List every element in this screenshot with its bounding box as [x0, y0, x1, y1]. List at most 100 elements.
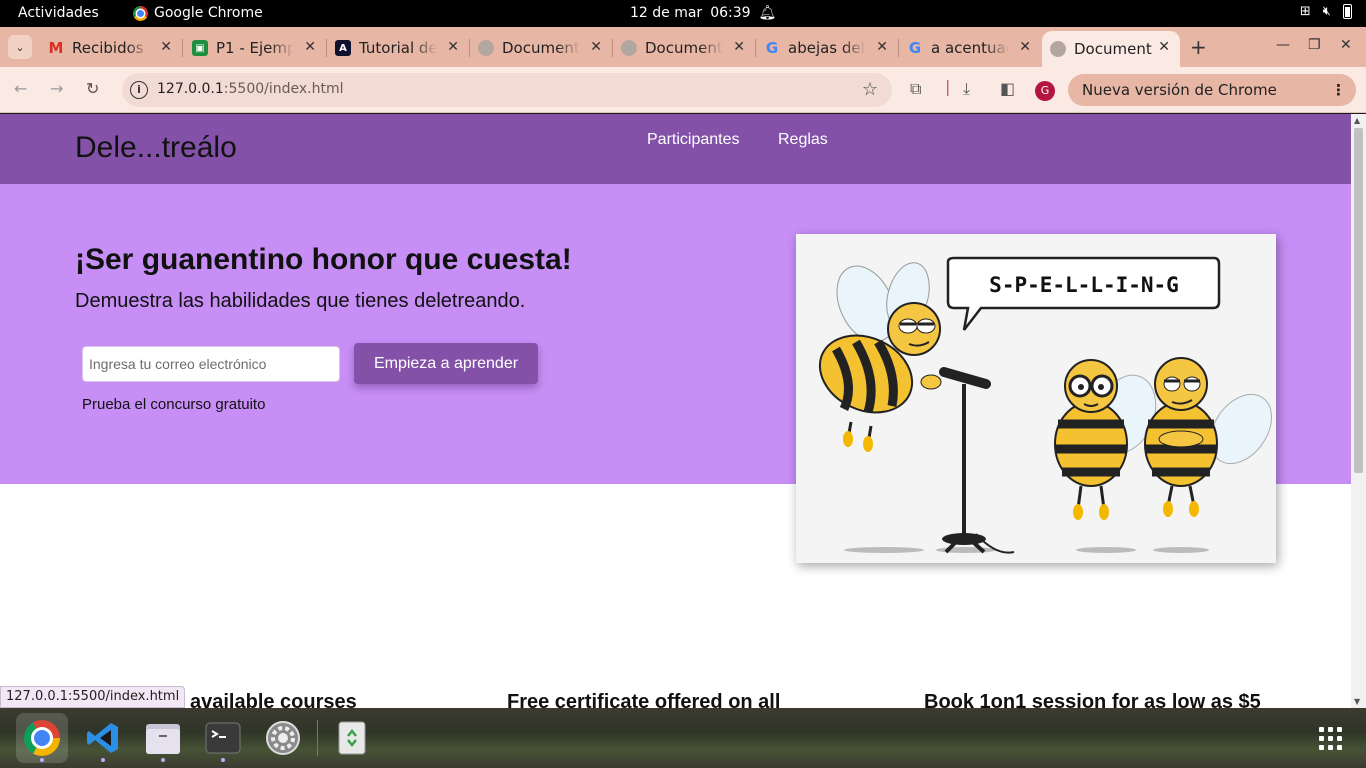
tab-title: Document [502, 39, 580, 57]
tab-tutorial[interactable]: A Tutorial de ✕ [327, 33, 470, 63]
nav-link-participantes[interactable]: Participantes [647, 131, 740, 149]
tab-document-1[interactable]: Document ✕ [470, 33, 613, 63]
close-icon[interactable]: ✕ [733, 39, 745, 55]
forward-arrow-icon[interactable]: → [50, 79, 63, 98]
back-arrow-icon[interactable]: ← [14, 79, 27, 98]
tab-title: abejas del [788, 39, 865, 57]
tab-document-2[interactable]: Document ✕ [613, 33, 756, 63]
chrome-icon [133, 5, 148, 21]
globe-icon [621, 40, 637, 56]
scrollbar-thumb[interactable] [1354, 128, 1363, 473]
globe-icon [1050, 41, 1066, 57]
bookmark-star-icon[interactable]: ☆ [862, 79, 878, 100]
classroom-icon: ▣ [192, 40, 208, 56]
toolbar-divider: | [945, 77, 951, 96]
hero-subtitle: Demuestra las habilidades que tienes del… [75, 290, 526, 312]
feature-heading-courses: available courses [190, 691, 357, 708]
close-icon[interactable]: ✕ [447, 39, 459, 55]
app-name: Google Chrome [154, 5, 263, 21]
alarm-bell-icon: 🔔︎ [758, 5, 777, 21]
tab-title: Tutorial de [359, 39, 437, 57]
reload-icon[interactable]: ↻ [86, 79, 99, 98]
tab-gmail[interactable]: M Recibidos ( ✕ [40, 33, 183, 63]
clock[interactable]: 12 de mar 06:39 🔔︎ [630, 5, 776, 21]
gear-icon [266, 721, 300, 755]
minimize-icon[interactable]: — [1276, 37, 1290, 53]
more-menu-icon[interactable]: ⋮ [1331, 74, 1346, 106]
address-bar[interactable]: i 127.0.0.1:5500/index.html ☆ [122, 73, 892, 107]
dock-terminal[interactable] [197, 713, 249, 763]
url-path: :5500/index.html [223, 81, 344, 97]
chrome-icon [24, 720, 60, 756]
tab-title: a acentuac [931, 39, 1009, 57]
url-text[interactable]: 127.0.0.1:5500/index.html [157, 81, 344, 97]
app-grid-icon [1318, 726, 1342, 750]
tab-title: Recibidos ( [72, 39, 150, 57]
feature-heading-certificate: Free certificate offered on all [507, 691, 781, 708]
close-icon[interactable]: ✕ [1158, 39, 1170, 55]
bees-image: S-P-E-L-L-I-N-G [818, 256, 1272, 554]
tab-title: Document [645, 39, 723, 57]
close-icon[interactable]: ✕ [876, 39, 888, 55]
chevron-down-icon: ⌄ [15, 40, 25, 54]
date-label: 12 de mar [630, 5, 703, 21]
scroll-down-arrow-icon[interactable]: ▼ [1354, 697, 1360, 706]
vscode-icon [87, 723, 118, 753]
system-tray[interactable]: ⊞ 🔇︎ [1300, 4, 1352, 19]
globe-icon [478, 40, 494, 56]
restore-icon[interactable]: ❐ [1308, 37, 1321, 53]
google-icon: G [765, 39, 779, 57]
chrome-update-button[interactable]: Nueva versión de Chrome disponible ⋮ [1068, 74, 1356, 131]
link-status-bubble: 127.0.0.1:5500/index.html [0, 686, 186, 708]
time-label: 06:39 [710, 5, 751, 21]
new-tab-button[interactable]: + [1190, 35, 1207, 59]
site-info-icon[interactable]: i [130, 81, 148, 99]
spelling-bee-illustration: S-P-E-L-L-I-N-G [796, 234, 1276, 563]
close-icon[interactable]: ✕ [590, 39, 602, 55]
activities-button[interactable]: Actividades [18, 5, 99, 21]
dock-trash[interactable] [326, 713, 378, 763]
gmail-icon: M [48, 39, 64, 57]
close-icon[interactable]: ✕ [1019, 39, 1031, 55]
tab-title: P1 - Ejemp [216, 39, 294, 57]
tab-classroom[interactable]: ▣ P1 - Ejemp ✕ [184, 33, 327, 63]
show-apps-button[interactable] [1304, 713, 1356, 763]
close-icon[interactable]: ✕ [160, 39, 172, 55]
ubuntu-dock [0, 708, 1366, 768]
dock-files[interactable] [137, 713, 189, 763]
extensions-puzzle-icon[interactable]: ⧉ [910, 79, 921, 99]
tab-document-active[interactable]: Document ✕ [1042, 31, 1180, 67]
side-panel-icon[interactable]: ◧ [1000, 79, 1015, 98]
folder-icon [146, 724, 180, 754]
trash-icon [338, 721, 366, 755]
dock-separator [317, 720, 318, 756]
speaker-muted-icon: 🔇︎ [1322, 4, 1331, 19]
dock-vscode[interactable] [77, 713, 129, 763]
download-icon[interactable]: ⤓ [963, 79, 970, 99]
angular-icon: A [335, 40, 351, 56]
site-brand[interactable]: Dele...treálo [75, 131, 237, 165]
email-input[interactable] [82, 346, 340, 382]
dock-chrome[interactable] [16, 713, 68, 763]
start-learning-button[interactable]: Empieza a aprender [354, 343, 538, 384]
page-viewport: Dele...treálo Participantes Reglas ¡Ser … [0, 114, 1366, 708]
free-trial-text: Prueba el concurso gratuito [82, 396, 266, 413]
close-window-icon[interactable]: ✕ [1340, 37, 1352, 53]
nav-link-reglas[interactable]: Reglas [778, 131, 828, 149]
speech-bubble-text: S-P-E-L-L-I-N-G [989, 273, 1179, 297]
tab-search-button[interactable]: ⌄ [8, 35, 32, 59]
tab-title: Document [1074, 40, 1152, 58]
close-icon[interactable]: ✕ [304, 39, 316, 55]
dock-settings[interactable] [257, 713, 309, 763]
page-scrollbar[interactable]: ▲ ▼ [1351, 114, 1366, 708]
url-host: 127.0.0.1 [157, 81, 224, 97]
tab-strip: ⌄ M Recibidos ( ✕ ▣ P1 - Ejemp ✕ A Tutor… [0, 27, 1366, 67]
tab-abejas[interactable]: G abejas del ✕ [756, 33, 899, 63]
app-menu[interactable]: Google Chrome [133, 5, 263, 21]
profile-avatar[interactable]: G [1035, 81, 1055, 101]
scroll-up-arrow-icon[interactable]: ▲ [1354, 116, 1360, 125]
battery-icon [1343, 4, 1352, 19]
tab-acentuacion[interactable]: G a acentuac ✕ [899, 33, 1041, 63]
network-icon: ⊞ [1299, 4, 1311, 19]
feature-heading-session: Book 1on1 session for as low as $5 [924, 691, 1261, 708]
